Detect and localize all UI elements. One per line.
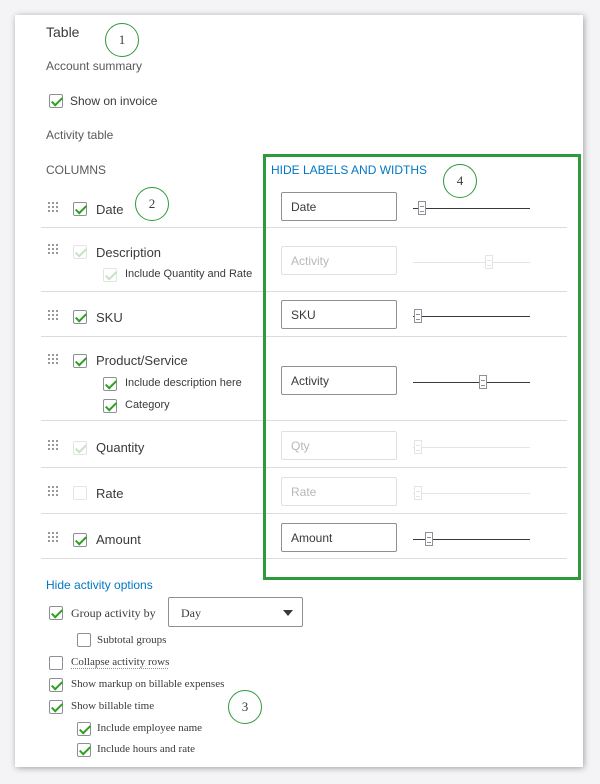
category-label: Category bbox=[125, 399, 170, 411]
section-title: Table bbox=[46, 24, 80, 40]
hide-activity-options-link[interactable]: Hide activity options bbox=[46, 578, 153, 592]
group-activity-by-checkbox[interactable] bbox=[49, 606, 63, 620]
drag-handle-icon[interactable] bbox=[47, 439, 59, 451]
date-column-label: Date bbox=[96, 202, 124, 217]
account-summary-heading: Account summary bbox=[46, 59, 143, 73]
amount-column-checkbox[interactable] bbox=[73, 533, 87, 547]
drag-handle-icon[interactable] bbox=[47, 309, 59, 321]
callout-1: 1 bbox=[105, 23, 139, 57]
include-employee-name-label: Include employee name bbox=[97, 722, 203, 734]
rate-column-checkbox[interactable] bbox=[73, 486, 87, 500]
callout-2: 2 bbox=[135, 187, 169, 221]
quantity-column-label: Quantity bbox=[96, 440, 145, 455]
subtotal-groups-label: Subtotal groups bbox=[97, 634, 167, 646]
subtotal-groups-checkbox[interactable] bbox=[77, 633, 91, 647]
amount-column-label: Amount bbox=[96, 532, 141, 547]
columns-heading: COLUMNS bbox=[46, 163, 107, 177]
drag-handle-icon[interactable] bbox=[47, 353, 59, 365]
include-quantity-rate-checkbox[interactable] bbox=[103, 268, 117, 282]
sku-column-label: SKU bbox=[96, 310, 123, 325]
group-activity-select-value: Day bbox=[181, 606, 201, 620]
sku-column-checkbox[interactable] bbox=[73, 310, 87, 324]
drag-handle-icon[interactable] bbox=[47, 485, 59, 497]
show-billable-time-checkbox[interactable] bbox=[49, 700, 63, 714]
include-hours-rate-label: Include hours and rate bbox=[97, 743, 196, 755]
show-on-invoice-checkbox[interactable] bbox=[49, 94, 63, 108]
description-column-label: Description bbox=[96, 245, 162, 260]
activity-table-heading: Activity table bbox=[46, 128, 114, 142]
drag-handle-icon[interactable] bbox=[47, 531, 59, 543]
include-description-label: Include description here bbox=[125, 377, 242, 389]
date-column-checkbox[interactable] bbox=[73, 202, 87, 216]
dropdown-arrow-icon bbox=[283, 610, 293, 616]
drag-handle-icon[interactable] bbox=[47, 201, 59, 213]
show-markup-label: Show markup on billable expenses bbox=[71, 678, 225, 690]
show-billable-time-label: Show billable time bbox=[71, 700, 155, 712]
collapse-activity-rows-checkbox[interactable] bbox=[49, 656, 63, 670]
show-on-invoice-label: Show on invoice bbox=[70, 94, 158, 108]
group-activity-by-label: Group activity by bbox=[71, 606, 156, 620]
group-activity-select[interactable]: Day bbox=[168, 597, 303, 627]
include-employee-name-checkbox[interactable] bbox=[77, 722, 91, 736]
drag-handle-icon[interactable] bbox=[47, 243, 59, 255]
description-column-checkbox[interactable] bbox=[73, 245, 87, 259]
include-quantity-rate-label: Include Quantity and Rate bbox=[125, 268, 253, 280]
rate-column-label: Rate bbox=[96, 486, 124, 501]
collapse-activity-rows-label: Collapse activity rows bbox=[71, 656, 170, 668]
product-service-column-checkbox[interactable] bbox=[73, 354, 87, 368]
callout-3: 3 bbox=[228, 690, 262, 724]
labels-widths-highlight bbox=[263, 154, 581, 580]
category-checkbox[interactable] bbox=[103, 399, 117, 413]
product-service-column-label: Product/Service bbox=[96, 353, 188, 368]
include-hours-rate-checkbox[interactable] bbox=[77, 743, 91, 757]
quantity-column-checkbox[interactable] bbox=[73, 441, 87, 455]
include-description-checkbox[interactable] bbox=[103, 377, 117, 391]
invoice-table-settings-panel: Table 1 Account summary Show on invoice … bbox=[15, 15, 583, 767]
show-markup-checkbox[interactable] bbox=[49, 678, 63, 692]
